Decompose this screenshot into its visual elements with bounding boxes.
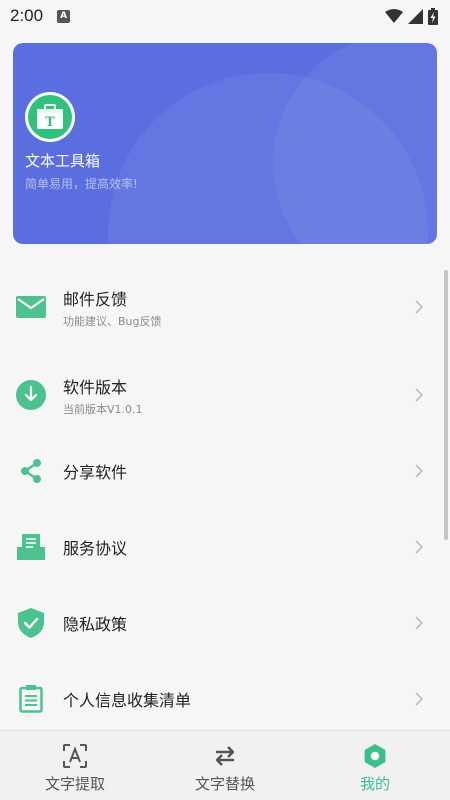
menu-item-privacy-policy[interactable]: 隐私政策 — [0, 593, 440, 653]
tab-mine[interactable]: 我的 — [300, 731, 450, 800]
menu-item-software-version[interactable]: 软件版本 当前版本V1.0.1 — [0, 365, 440, 425]
tab-label: 文字替换 — [194, 775, 255, 793]
agreement-icon — [16, 532, 46, 562]
toolbox-icon: T — [37, 104, 63, 130]
menu-item-title: 隐私政策 — [63, 615, 128, 634]
status-indicators — [385, 7, 438, 25]
menu-item-title: 服务协议 — [63, 539, 128, 558]
menu-item-title: 软件版本 — [63, 377, 128, 397]
tab-text-extract[interactable]: 文字提取 — [0, 731, 150, 800]
svg-text:T: T — [45, 115, 55, 130]
chevron-right-icon — [412, 300, 426, 314]
chevron-right-icon — [412, 692, 426, 706]
bottom-navigation: 文字提取 文字替换 我的 — [0, 730, 450, 800]
menu-item-mail-feedback[interactable]: 邮件反馈 功能建议、Bug反馈 — [0, 277, 440, 337]
menu-item-subtitle: 功能建议、Bug反馈 — [63, 314, 162, 328]
signal-icon — [408, 8, 423, 24]
chevron-right-icon — [412, 464, 426, 478]
notification-a-icon: A — [57, 9, 71, 23]
tab-label: 文字提取 — [44, 775, 105, 793]
profile-header-card: T 文本工具箱 简单易用，提高效率! — [13, 43, 437, 244]
share-icon — [16, 456, 46, 486]
menu-item-title: 邮件反馈 — [63, 289, 128, 309]
app-slogan: 简单易用，提高效率! — [25, 177, 138, 191]
app-name: 文本工具箱 — [25, 152, 101, 170]
status-time: 2:00 — [10, 6, 44, 25]
clipboard-icon — [16, 684, 46, 714]
text-scan-icon — [63, 744, 87, 768]
app-logo: T — [25, 92, 75, 142]
decorative-circle — [273, 43, 437, 244]
mail-icon — [16, 292, 46, 322]
shield-check-icon — [16, 608, 46, 638]
chevron-right-icon — [412, 540, 426, 554]
menu-item-subtitle: 当前版本V1.0.1 — [63, 402, 143, 416]
menu-item-share[interactable]: 分享软件 — [0, 441, 440, 501]
menu-item-title: 分享软件 — [63, 463, 128, 482]
scrollbar[interactable] — [444, 270, 448, 540]
menu-item-service-agreement[interactable]: 服务协议 — [0, 517, 440, 577]
tab-label: 我的 — [359, 775, 390, 793]
chevron-right-icon — [412, 388, 426, 402]
menu-item-title: 个人信息收集清单 — [63, 691, 192, 710]
battery-icon — [428, 7, 438, 25]
tab-text-replace[interactable]: 文字替换 — [150, 731, 300, 800]
chevron-right-icon — [412, 616, 426, 630]
menu-item-personal-info-list[interactable]: 个人信息收集清单 — [0, 669, 440, 729]
profile-icon — [364, 744, 386, 768]
download-icon — [16, 380, 46, 410]
wifi-icon — [385, 9, 403, 23]
status-bar: 2:00 A — [0, 0, 450, 32]
swap-icon — [215, 746, 235, 766]
